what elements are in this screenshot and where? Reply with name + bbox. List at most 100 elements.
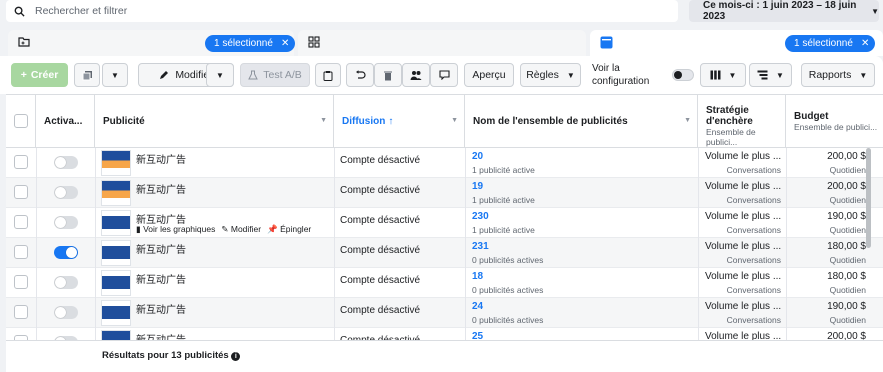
row-checkbox[interactable]	[14, 245, 28, 259]
row-checkbox[interactable]	[14, 215, 28, 229]
col-ad[interactable]: Publicité ▼	[95, 95, 334, 148]
adset-link[interactable]: 231	[472, 241, 489, 252]
adset-link[interactable]: 230	[472, 211, 489, 222]
col-bid[interactable]: Stratégie d'enchère Ensemble de publici.…	[698, 95, 786, 148]
adsets-selected-pill[interactable]: 1 sélectionné ✕	[205, 35, 296, 52]
row-checkbox[interactable]	[14, 185, 28, 199]
info-icon[interactable]: i	[231, 352, 241, 361]
create-button[interactable]: + Créer	[11, 63, 68, 87]
select-all-checkbox[interactable]	[14, 114, 28, 128]
adset-link[interactable]: 20	[472, 151, 483, 162]
delivery-status: Compte désactivé	[340, 245, 421, 256]
chevron-down-icon: ▼	[859, 70, 868, 80]
status-toggle[interactable]	[54, 216, 78, 229]
preview-button[interactable]: Aperçu	[464, 63, 514, 87]
status-toggle[interactable]	[54, 276, 78, 289]
col-delivery[interactable]: Diffusion ↑ ▼	[334, 95, 465, 148]
pencil-icon	[160, 71, 169, 79]
col-status[interactable]: Activa...	[36, 95, 95, 148]
column-divider	[95, 148, 96, 372]
pin-link[interactable]: 📌 Épingler	[267, 224, 311, 235]
table-row[interactable]: 新互动广告 Compte désactivé 24 0 publicités acti…	[6, 298, 883, 328]
adset-link[interactable]: 18	[472, 271, 483, 282]
budget-value: 180,00 $	[827, 271, 866, 282]
search-bar[interactable]: Rechercher et filtrer	[6, 0, 678, 22]
col-adset[interactable]: Nom de l'ensemble de publicités ▼	[465, 95, 698, 148]
scrollbar[interactable]	[866, 148, 871, 248]
close-icon[interactable]: ✕	[281, 38, 289, 49]
ad-name-link[interactable]: 新互动广告	[136, 151, 186, 166]
table-row[interactable]: 新互动广告 Compte désactivé 20 1 publicité activ…	[6, 148, 883, 178]
level-tabs: 1 sélectionné ✕ 1 sélectionné ✕	[0, 30, 883, 56]
search-input[interactable]: Rechercher et filtrer	[35, 5, 127, 17]
duplicate-dropdown[interactable]: ▼	[102, 63, 128, 87]
ad-thumbnail[interactable]	[101, 150, 131, 176]
status-toggle[interactable]	[54, 306, 78, 319]
tab-adsets[interactable]	[298, 30, 586, 56]
col-bid-label: Stratégie d'enchère	[706, 105, 753, 127]
ads-manager: Rechercher et filtrer Ce mois-ci : 1 jui…	[0, 0, 883, 372]
table-footer: Résultats pour 13 publicités i	[6, 340, 883, 372]
chevron-down-icon: ▼	[566, 70, 575, 80]
edit-link[interactable]: ✎ Modifier	[221, 224, 261, 235]
row-checkbox[interactable]	[14, 275, 28, 289]
clipboard-icon	[323, 70, 333, 81]
table-header: Activa... Publicité ▼ Diffusion ↑ ▼ Nom de …	[6, 95, 883, 148]
adset-link[interactable]: 19	[472, 181, 483, 192]
ad-name-link[interactable]: 新互动广告	[136, 271, 186, 286]
row-checkbox[interactable]	[14, 155, 28, 169]
clipboard-button[interactable]	[315, 63, 341, 87]
duplicate-button[interactable]	[74, 63, 100, 87]
ab-test-button[interactable]: Test A/B	[240, 63, 310, 87]
row-checkbox[interactable]	[14, 305, 28, 319]
search-icon	[14, 6, 25, 17]
chevron-down-icon: ▼	[776, 70, 784, 80]
table-row[interactable]: 新互动广告 Compte désactivé 19 1 publicité activ…	[6, 178, 883, 208]
table-row[interactable]: 新互动广告 ▮ Voir les graphiques ✎ Modifier 📌 Ép…	[6, 208, 883, 238]
ad-thumbnail[interactable]	[101, 210, 131, 236]
close-icon[interactable]: ✕	[861, 38, 869, 49]
grid-icon	[308, 36, 320, 48]
reports-button[interactable]: Rapports ▼	[801, 63, 875, 87]
audience-button[interactable]	[402, 63, 430, 87]
comment-icon	[438, 70, 450, 80]
bid-strategy: Volume le plus ...	[705, 271, 782, 282]
ad-name-link[interactable]: 新互动广告	[136, 181, 186, 196]
ad-thumbnail[interactable]	[101, 240, 131, 266]
table-row[interactable]: 新互动广告 Compte désactivé 18 0 publicités acti…	[6, 268, 883, 298]
view-config-toggle[interactable]	[672, 69, 694, 81]
delete-button[interactable]	[374, 63, 402, 87]
col-budget-sub: Ensemble de publici...	[794, 122, 878, 132]
delivery-status: Compte désactivé	[340, 185, 421, 196]
delivery-status: Compte désactivé	[340, 215, 421, 226]
delivery-status: Compte désactivé	[340, 275, 421, 286]
status-toggle[interactable]	[54, 186, 78, 199]
breakdown-button[interactable]: ▼	[749, 63, 792, 87]
bid-strategy: Volume le plus ...	[705, 151, 782, 162]
status-toggle[interactable]	[54, 156, 78, 169]
ads-selected-pill[interactable]: 1 sélectionné ✕	[785, 35, 876, 52]
view-charts-link[interactable]: ▮ Voir les graphiques	[136, 224, 215, 235]
col-status-label: Activa...	[44, 116, 83, 127]
budget-type: Quotidien	[829, 165, 866, 175]
rules-button[interactable]: Règles ▼	[520, 63, 581, 87]
ad-thumbnail[interactable]	[101, 270, 131, 296]
chevron-down-icon: ▼	[216, 70, 224, 80]
tag-button[interactable]	[430, 63, 458, 87]
col-budget[interactable]: Budget Ensemble de publici...	[786, 95, 883, 148]
undo-button[interactable]	[346, 63, 374, 87]
ad-thumbnail[interactable]	[101, 180, 131, 206]
plus-icon: +	[20, 69, 27, 81]
budget-type: Quotidien	[829, 285, 866, 295]
columns-button[interactable]: ▼	[700, 63, 746, 87]
status-toggle[interactable]	[54, 246, 78, 259]
adset-link[interactable]: 24	[472, 301, 483, 312]
date-range-picker[interactable]: Ce mois-ci : 1 juin 2023 – 18 juin 2023 …	[689, 0, 879, 22]
edit-dropdown[interactable]: ▼	[206, 63, 234, 87]
budget-value: 190,00 $	[827, 211, 866, 222]
delivery-status: Compte désactivé	[340, 305, 421, 316]
ad-thumbnail[interactable]	[101, 300, 131, 326]
table-row[interactable]: 新互动广告 Compte désactivé 231 0 publicités act…	[6, 238, 883, 268]
ad-name-link[interactable]: 新互动广告	[136, 301, 186, 316]
ad-name-link[interactable]: 新互动广告	[136, 241, 186, 256]
